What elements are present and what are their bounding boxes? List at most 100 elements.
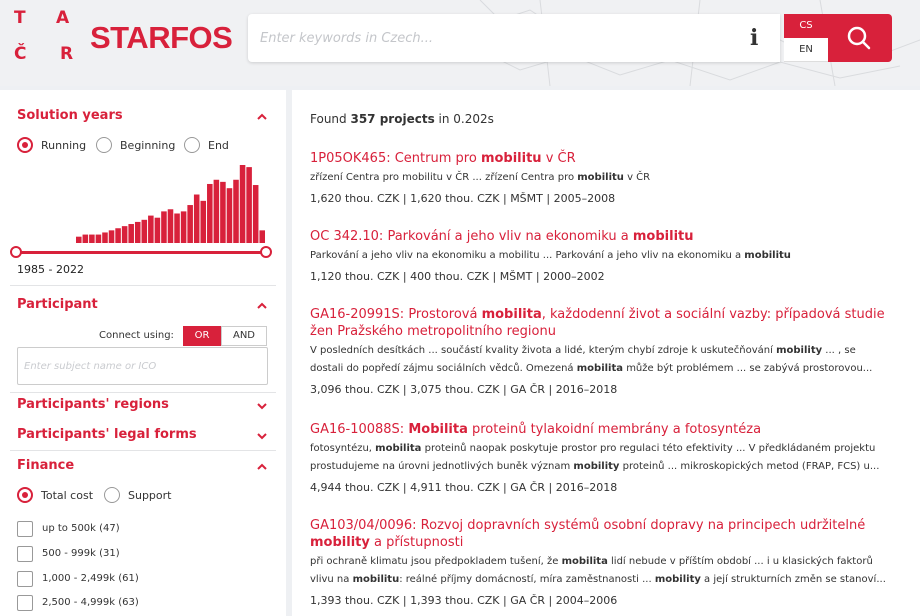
histogram-bar <box>128 224 134 243</box>
search-input[interactable] <box>260 26 740 50</box>
participants-legal-forms-title[interactable]: Participants' legal forms <box>17 427 197 442</box>
histogram-bar <box>259 230 265 243</box>
result-title-link[interactable]: 1P05OK465: Centrum pro mobilitu v ČR <box>310 150 910 167</box>
found-count: 357 projects <box>350 112 435 126</box>
divider <box>10 392 276 393</box>
result-meta: 1,620 thou. CZK | 1,620 thou. CZK | MŠMT… <box>310 192 616 205</box>
histogram-bar <box>226 188 233 243</box>
info-icon[interactable]: i <box>750 26 758 50</box>
radio-total-cost[interactable] <box>17 487 33 503</box>
result-title-link[interactable]: GA16-10088S: Mobilita proteinů tylakoidn… <box>310 421 910 438</box>
finance-checkbox[interactable] <box>17 546 33 562</box>
year-slider-end-handle[interactable] <box>260 246 272 258</box>
histogram-bar <box>239 165 246 243</box>
language-switcher: CS EN <box>784 14 828 62</box>
chevron-up-icon[interactable] <box>256 461 268 473</box>
histogram-bar <box>167 209 174 243</box>
histogram-bar <box>213 179 220 243</box>
results-panel: Found 357 projects in 0.202s 1P05OK465: … <box>292 90 920 616</box>
histogram-bar <box>154 217 161 243</box>
connect-or-button[interactable]: OR <box>183 326 221 346</box>
histogram-bar <box>141 219 148 243</box>
header: T A Č R STARFOS i CS EN <box>0 0 920 86</box>
histogram-bar <box>187 205 193 243</box>
year-slider-start-handle[interactable] <box>10 246 22 258</box>
histogram-bar <box>102 232 108 243</box>
tacr-logo[interactable]: T A Č R <box>14 8 76 72</box>
chevron-down-icon[interactable] <box>256 430 268 442</box>
lang-en-button[interactable]: EN <box>784 38 828 62</box>
finance-checkbox-label: 2,500 - 4,999k (63) <box>42 597 139 608</box>
finance-checkbox-label: up to 500k (47) <box>42 523 120 534</box>
search-button[interactable] <box>828 14 892 62</box>
result-snippet: při ochraně klimatu jsou předpokladem tu… <box>310 556 886 585</box>
connect-using-label: Connect using: <box>99 330 174 341</box>
radio-total-cost-label: Total cost <box>41 489 94 502</box>
result-item: GA16-10088S: Mobilita proteinů tylakoidn… <box>310 421 910 494</box>
participant-title[interactable]: Participant <box>17 297 98 312</box>
participants-regions-title[interactable]: Participants' regions <box>17 397 169 412</box>
histogram-bar <box>76 236 82 243</box>
finance-checkbox[interactable] <box>17 571 33 587</box>
result-title-link[interactable]: GA103/04/0096: Rozvoj dopravních systémů… <box>310 517 910 551</box>
finance-checkbox-label: 1,000 - 2,499k (61) <box>42 573 139 584</box>
result-item: GA103/04/0096: Rozvoj dopravních systémů… <box>310 517 910 607</box>
result-meta: 4,944 thou. CZK | 4,911 thou. CZK | GA Č… <box>310 481 618 494</box>
year-slider-track[interactable] <box>15 251 267 254</box>
chevron-up-icon[interactable] <box>256 300 268 312</box>
lang-cs-button[interactable]: CS <box>784 14 828 38</box>
found-suffix: in 0.202s <box>438 112 494 126</box>
result-meta: 1,393 thou. CZK | 1,393 thou. CZK | GA Č… <box>310 594 618 607</box>
result-item: 1P05OK465: Centrum pro mobilitu v ČR zří… <box>310 150 910 205</box>
finance-checkbox-label: 500 - 999k (31) <box>42 548 120 559</box>
finance-checkbox[interactable] <box>17 595 33 611</box>
result-meta: 1,120 thou. CZK | 400 thou. CZK | MŠMT |… <box>310 270 605 283</box>
logo-letter: Č <box>14 44 27 64</box>
result-item: OC 342.10: Parkování a jeho vliv na ekon… <box>310 228 910 283</box>
connect-and-button[interactable]: AND <box>221 326 267 346</box>
result-item: GA16-20991S: Prostorová mobilita, každod… <box>310 306 910 396</box>
filter-sidebar: Solution years Running Beginning End 198… <box>0 90 286 616</box>
search-icon <box>847 26 871 50</box>
histogram-bar <box>233 179 239 243</box>
histogram-bar <box>115 228 121 243</box>
histogram-bar <box>82 234 89 243</box>
histogram-bar <box>174 213 180 243</box>
result-title-link[interactable]: GA16-20991S: Prostorová mobilita, každod… <box>310 306 910 340</box>
histogram-bar <box>180 211 187 243</box>
divider <box>10 450 276 451</box>
result-title-link[interactable]: OC 342.10: Parkování a jeho vliv na ekon… <box>310 228 910 245</box>
finance-title[interactable]: Finance <box>17 458 74 473</box>
logo-letter: R <box>60 44 74 64</box>
chevron-up-icon[interactable] <box>256 111 268 123</box>
years-histogram <box>76 165 265 243</box>
result-snippet: Parkování a jeho vliv na ekonomiku a mob… <box>310 250 791 261</box>
histogram-bar <box>95 234 102 243</box>
radio-support-label: Support <box>128 489 172 502</box>
subject-input[interactable] <box>17 347 268 385</box>
chevron-down-icon[interactable] <box>256 400 268 412</box>
search-box <box>248 14 780 62</box>
histogram-bar <box>200 200 207 243</box>
histogram-bar <box>148 215 154 243</box>
histogram-bar <box>89 234 95 243</box>
histogram-bar <box>121 226 128 243</box>
result-snippet: zřízení Centra pro mobilitu v ČR ... zří… <box>310 172 651 183</box>
brand-title[interactable]: STARFOS <box>90 20 233 56</box>
logo-letter: A <box>56 8 70 28</box>
histogram-bar <box>161 211 167 243</box>
found-prefix: Found <box>310 112 347 126</box>
divider <box>10 285 276 286</box>
histogram-bar <box>134 221 141 243</box>
year-range-label: 1985 - 2022 <box>17 263 84 276</box>
histogram-bar <box>108 230 115 243</box>
result-snippet: V posledních desítkách ... součástí kval… <box>310 345 873 374</box>
result-meta: 3,096 thou. CZK | 3,075 thou. CZK | GA Č… <box>310 383 618 396</box>
solution-years-title[interactable]: Solution years <box>17 108 123 123</box>
histogram-bar <box>246 167 252 243</box>
histogram-bar <box>220 181 226 243</box>
radio-support[interactable] <box>104 487 120 503</box>
logo-letter: T <box>14 8 26 28</box>
histogram-bar <box>252 185 259 243</box>
finance-checkbox[interactable] <box>17 521 33 537</box>
